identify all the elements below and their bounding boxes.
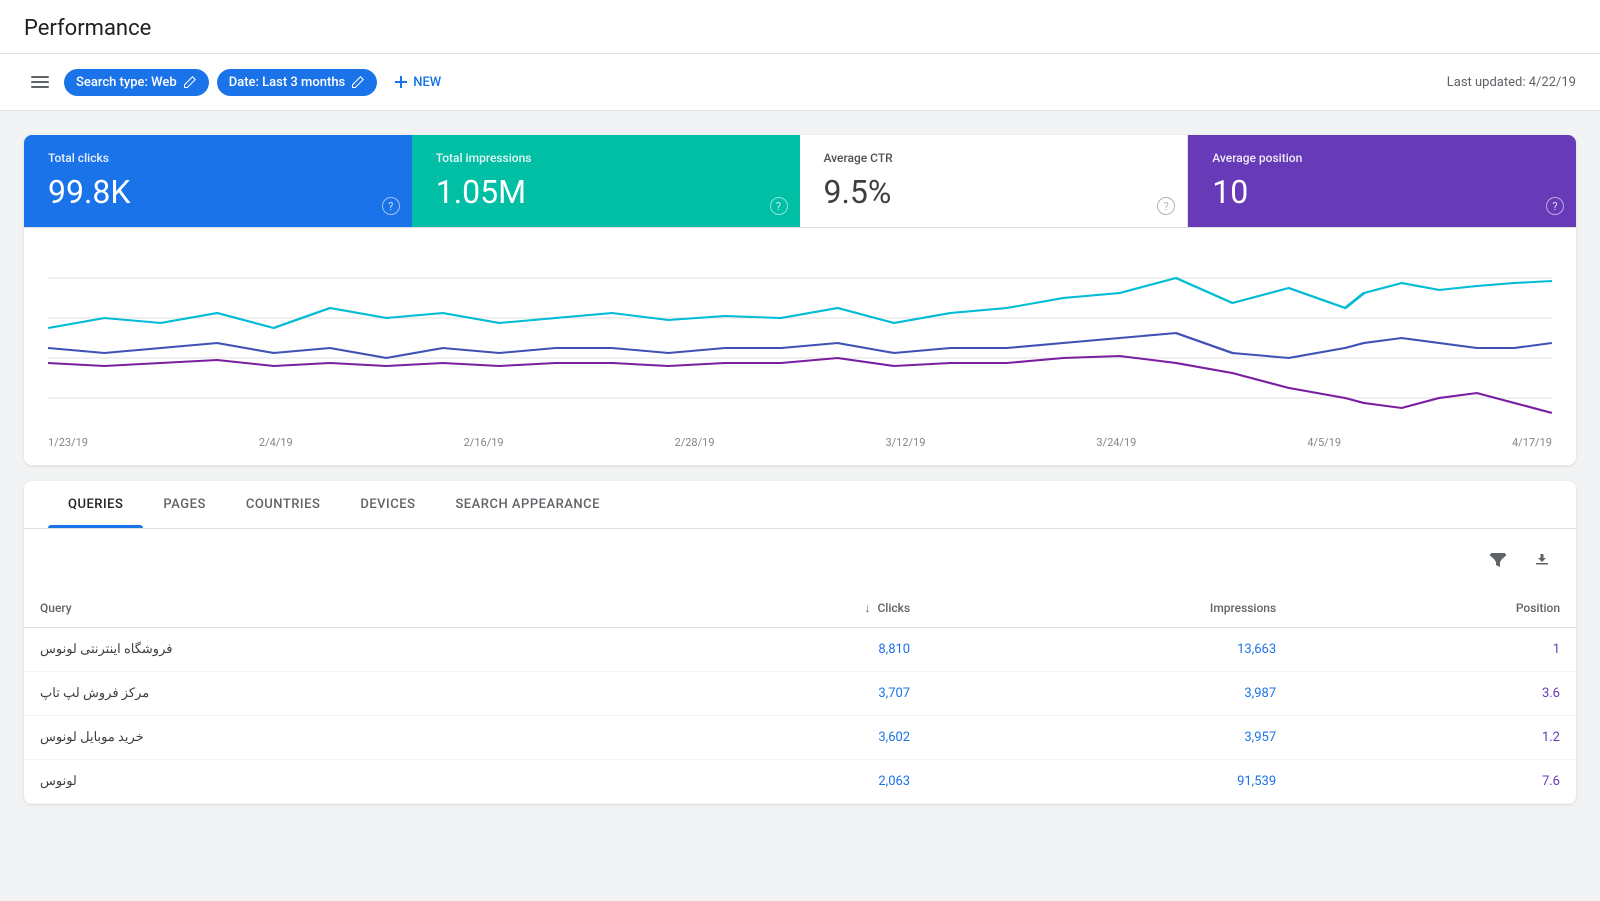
tab-devices[interactable]: DEVICES	[340, 481, 435, 528]
x-axis-labels: 1/23/19 2/4/19 2/16/19 2/28/19 3/12/19 3…	[48, 432, 1552, 449]
toolbar: Search type: Web Date: Last 3 months NEW…	[0, 54, 1600, 111]
tab-queries[interactable]: QUERIES	[48, 481, 143, 528]
metric-impressions-value: 1.05M	[436, 173, 776, 211]
metric-total-impressions[interactable]: Total impressions 1.05M ?	[412, 135, 800, 227]
metric-ctr-value: 9.5%	[824, 173, 1164, 211]
query-cell-0: فروشگاه اینترنتی لونوس	[24, 628, 637, 672]
metric-average-ctr[interactable]: Average CTR 9.5% ?	[800, 135, 1189, 227]
clicks-cell-1: 3,707	[637, 672, 926, 716]
clicks-cell-3: 2,063	[637, 760, 926, 804]
metric-average-position[interactable]: Average position 10 ?	[1188, 135, 1576, 227]
queries-table: Query ↓ Clicks Impressions Position	[24, 589, 1576, 804]
metrics-card: Total clicks 99.8K ? Total impressions 1…	[24, 135, 1576, 465]
table-row: خرید موبایل لونوس 3,602 3,957 1.2	[24, 716, 1576, 760]
table-row: مرکز فروش لپ تاپ 3,707 3,987 3.6	[24, 672, 1576, 716]
chart-area: 1/23/19 2/4/19 2/16/19 2/28/19 3/12/19 3…	[24, 227, 1576, 465]
ctr-help-icon[interactable]: ?	[1157, 197, 1175, 215]
performance-chart	[48, 248, 1552, 428]
impressions-cell-3: 91,539	[926, 760, 1292, 804]
tab-pages[interactable]: PAGES	[143, 481, 225, 528]
table-actions	[24, 529, 1576, 589]
position-cell-0: 1	[1292, 628, 1576, 672]
impressions-help-icon[interactable]: ?	[770, 197, 788, 215]
plus-icon	[393, 74, 409, 90]
impressions-cell-1: 3,987	[926, 672, 1292, 716]
search-type-label: Search type: Web	[76, 75, 177, 90]
position-cell-3: 7.6	[1292, 760, 1576, 804]
metric-total-clicks[interactable]: Total clicks 99.8K ?	[24, 135, 412, 227]
x-label-0: 1/23/19	[48, 436, 88, 449]
new-label: NEW	[413, 75, 441, 90]
col-header-clicks[interactable]: ↓ Clicks	[637, 589, 926, 628]
date-label: Date: Last 3 months	[229, 75, 346, 90]
impressions-cell-0: 13,663	[926, 628, 1292, 672]
metric-clicks-label: Total clicks	[48, 151, 388, 165]
table-row: فروشگاه اینترنتی لونوس 8,810 13,663 1	[24, 628, 1576, 672]
query-cell-2: خرید موبایل لونوس	[24, 716, 637, 760]
last-updated: Last updated: 4/22/19	[1447, 75, 1576, 90]
query-cell-1: مرکز فروش لپ تاپ	[24, 672, 637, 716]
filter-button[interactable]	[1480, 541, 1516, 577]
x-label-7: 4/17/19	[1512, 436, 1552, 449]
table-row: لونوس 2,063 91,539 7.6	[24, 760, 1576, 804]
x-label-5: 3/24/19	[1096, 436, 1136, 449]
impressions-cell-2: 3,957	[926, 716, 1292, 760]
metric-impressions-label: Total impressions	[436, 151, 776, 165]
metrics-row: Total clicks 99.8K ? Total impressions 1…	[24, 135, 1576, 227]
date-filter[interactable]: Date: Last 3 months	[217, 69, 378, 96]
position-cell-2: 1.2	[1292, 716, 1576, 760]
x-label-2: 2/16/19	[464, 436, 504, 449]
tab-countries[interactable]: COUNTRIES	[226, 481, 341, 528]
main-content: Total clicks 99.8K ? Total impressions 1…	[0, 111, 1600, 828]
new-button[interactable]: NEW	[385, 68, 449, 96]
download-button[interactable]	[1524, 541, 1560, 577]
query-cell-3: لونوس	[24, 760, 637, 804]
edit-icon	[183, 75, 197, 89]
download-icon	[1532, 549, 1552, 569]
filter-icon	[1488, 549, 1508, 569]
x-label-4: 3/12/19	[885, 436, 925, 449]
page-header: Performance	[0, 0, 1600, 54]
clicks-cell-2: 3,602	[637, 716, 926, 760]
clicks-help-icon[interactable]: ?	[382, 197, 400, 215]
metric-clicks-value: 99.8K	[48, 173, 388, 211]
metric-ctr-label: Average CTR	[824, 151, 1164, 165]
x-label-1: 2/4/19	[259, 436, 293, 449]
position-cell-1: 3.6	[1292, 672, 1576, 716]
tabs-card: QUERIES PAGES COUNTRIES DEVICES SEARCH A…	[24, 481, 1576, 804]
tabs-row: QUERIES PAGES COUNTRIES DEVICES SEARCH A…	[24, 481, 1576, 529]
metric-position-value: 10	[1212, 173, 1552, 211]
clicks-cell-0: 8,810	[637, 628, 926, 672]
tab-search-appearance[interactable]: SEARCH APPEARANCE	[435, 481, 620, 528]
col-header-position[interactable]: Position	[1292, 589, 1576, 628]
search-type-filter[interactable]: Search type: Web	[64, 69, 209, 96]
page-title: Performance	[24, 16, 1576, 53]
col-header-impressions[interactable]: Impressions	[926, 589, 1292, 628]
x-label-3: 2/28/19	[675, 436, 715, 449]
x-label-6: 4/5/19	[1307, 436, 1341, 449]
position-help-icon[interactable]: ?	[1546, 197, 1564, 215]
date-edit-icon	[351, 75, 365, 89]
menu-button[interactable]	[24, 66, 56, 98]
sort-down-icon: ↓	[864, 601, 870, 615]
col-header-query: Query	[24, 589, 637, 628]
metric-position-label: Average position	[1212, 151, 1552, 165]
table-header-row: Query ↓ Clicks Impressions Position	[24, 589, 1576, 628]
